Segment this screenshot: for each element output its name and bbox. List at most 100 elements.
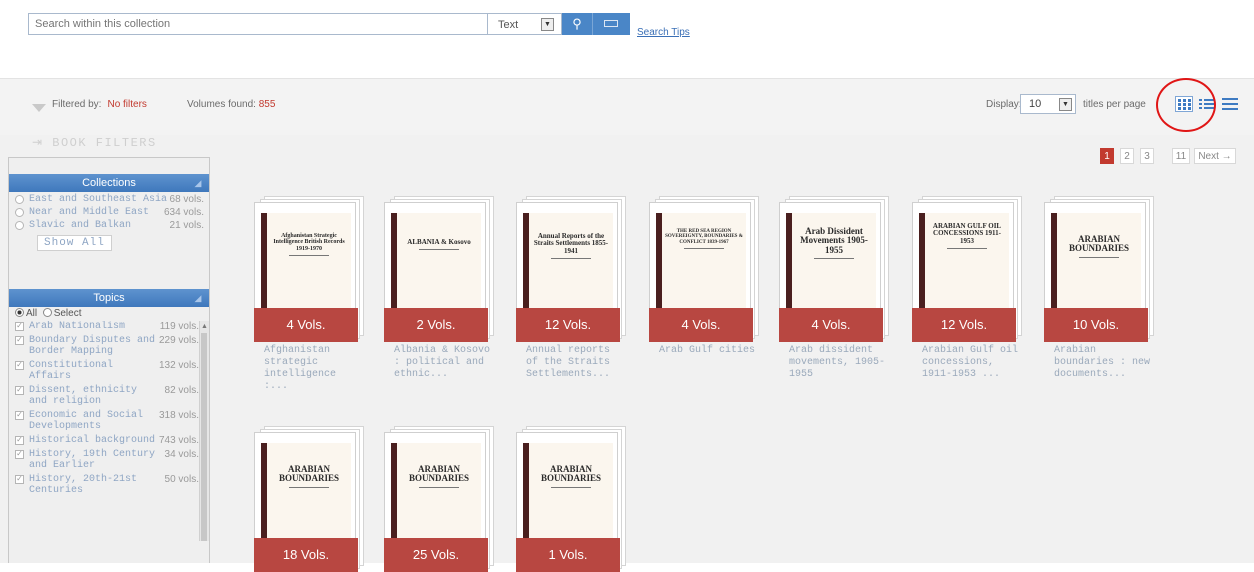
topic-item[interactable]: ✓ History, 20th-21st Centuries 50 vols.	[9, 474, 209, 496]
topic-label: Dissent, ethnicity and religion	[29, 385, 138, 407]
collapse-icon[interactable]: ◢	[192, 292, 204, 304]
topic-label: History, 20th-21st Centuries	[29, 474, 138, 496]
topic-item[interactable]: ✓ Economic and Social Developments 318 vol…	[9, 410, 209, 432]
checkbox[interactable]: ✓	[15, 475, 24, 484]
volume-count-badge: 12 Vols.	[516, 308, 620, 342]
book-title-link[interactable]: Arab dissident movements, 1905-1955	[789, 345, 889, 381]
checkbox[interactable]: ✓	[15, 322, 24, 331]
book-filters-label: BOOK FILTERS	[52, 136, 157, 150]
page-2[interactable]: 2	[1120, 148, 1134, 164]
highlight-circle	[1156, 78, 1216, 132]
topic-item[interactable]: ✓ Historical background 743 vols.	[9, 435, 209, 446]
list-view-icon[interactable]	[1221, 96, 1239, 112]
collections-list: East and Southeast Asia 68 vols. Near and…	[9, 192, 209, 251]
book-cover[interactable]: ARABIAN BOUNDARIES	[1051, 213, 1141, 318]
volume-count-badge: 4 Vols.	[254, 308, 358, 342]
checkbox[interactable]: ✓	[15, 336, 24, 345]
page-last[interactable]: 11	[1172, 148, 1190, 164]
book-cover[interactable]: Arab Dissident Movements 1905-1955	[786, 213, 876, 318]
collection-item[interactable]: Near and Middle East 634 vols.	[9, 207, 209, 219]
book-cover[interactable]: THE RED SEA REGION SOVEREIGNTY, BOUNDARI…	[656, 213, 746, 318]
search-tips-link[interactable]: Search Tips	[637, 27, 690, 38]
keyboard-button[interactable]	[592, 13, 630, 35]
book-filters-heading[interactable]: ⇥ BOOK FILTERS	[32, 135, 157, 150]
topic-label: Arab Nationalism	[29, 321, 126, 332]
collection-count: 634 vols.	[163, 207, 204, 218]
topic-item[interactable]: ✓ Constitutional Affairs 132 vols.	[9, 360, 209, 382]
collection-count: 21 vols.	[169, 220, 204, 231]
search-input[interactable]	[28, 13, 488, 35]
collections-title: Collections	[82, 177, 136, 189]
collection-label: East and Southeast Asia	[29, 194, 168, 205]
book-cover[interactable]: ARABIAN BOUNDARIES	[261, 443, 351, 548]
topic-item[interactable]: ✓ Arab Nationalism 119 vols.	[9, 321, 209, 332]
collection-item[interactable]: East and Southeast Asia 68 vols.	[9, 194, 209, 206]
collapse-icon[interactable]: ◢	[192, 177, 204, 189]
book-title-link[interactable]: Annual reports of the Straits Settlement…	[526, 345, 626, 381]
checkbox[interactable]: ✓	[15, 386, 24, 395]
search-type-select[interactable]: Text ▼	[488, 13, 562, 35]
book-cover[interactable]: ARABIAN GULF OIL CONCESSIONS 1911-1953	[919, 213, 1009, 318]
arrow-left-icon: ⇥	[32, 136, 44, 150]
search-button[interactable]: ⚲	[562, 13, 592, 35]
radio-all[interactable]	[15, 308, 24, 317]
checkbox[interactable]: ✓	[15, 450, 24, 459]
book-title-link[interactable]: Albania & Kosovo : political and ethnic.…	[394, 345, 494, 381]
topic-label: Historical background	[29, 435, 156, 446]
chevron-down-icon: ▼	[541, 18, 554, 31]
radio-icon[interactable]	[15, 208, 24, 217]
volumes-label: Volumes found:	[187, 99, 256, 110]
page-3[interactable]: 3	[1140, 148, 1154, 164]
display-count-select[interactable]: 10 ▼	[1020, 94, 1076, 114]
topic-count: 50 vols.	[164, 474, 199, 485]
book-title-link[interactable]: Arabian Gulf oil concessions, 1911-1953 …	[922, 345, 1022, 381]
book-title-link[interactable]: Arabian boundaries : new documents...	[1054, 345, 1154, 381]
filtered-by-value[interactable]: No filters	[107, 99, 146, 110]
filters-sidebar: Collections ◢ East and Southeast Asia 68 …	[8, 157, 210, 563]
topic-count: 119 vols.	[159, 321, 199, 332]
radio-icon[interactable]	[15, 221, 24, 230]
display-count-value: 10	[1029, 98, 1042, 110]
radio-icon[interactable]	[15, 195, 24, 204]
topics-scrollbar[interactable]: ▲	[199, 321, 209, 541]
topic-item[interactable]: ✓ Dissent, ethnicity and religion 82 vols.	[9, 385, 209, 407]
page-1[interactable]: 1	[1100, 148, 1114, 164]
topics-panel-header[interactable]: Topics ◢	[9, 289, 209, 307]
collection-item[interactable]: Slavic and Balkan 21 vols.	[9, 220, 209, 232]
topic-count: 229 vols.	[158, 335, 199, 346]
topic-label: History, 19th Century and Earlier	[29, 449, 156, 471]
topic-item[interactable]: ✓ Boundary Disputes and Border Mapping 229…	[9, 335, 209, 357]
show-all-button[interactable]: Show All	[37, 235, 112, 251]
volumes-found: Volumes found: 855	[187, 99, 275, 110]
filtered-by: Filtered by: No filters	[52, 99, 147, 110]
titles-per-page-label: titles per page	[1083, 99, 1146, 110]
volume-count-badge: 2 Vols.	[384, 308, 488, 342]
collections-panel-header[interactable]: Collections ◢	[9, 174, 209, 192]
scroll-up-icon[interactable]: ▲	[201, 323, 208, 330]
radio-select[interactable]	[42, 308, 52, 317]
topic-label: Constitutional Affairs	[29, 360, 114, 382]
filtered-by-label: Filtered by:	[52, 99, 102, 110]
next-page-button[interactable]: Next →	[1194, 148, 1236, 164]
topics-select-label: Select	[53, 308, 82, 319]
volume-count-badge: 12 Vols.	[912, 308, 1016, 342]
book-cover[interactable]: ALBANIA & Kosovo	[391, 213, 481, 318]
collection-count: 68 vols.	[169, 194, 204, 205]
volume-count-badge: 1 Vols.	[516, 538, 620, 572]
topic-count: 34 vols.	[164, 449, 199, 460]
checkbox[interactable]: ✓	[15, 411, 24, 420]
checkbox[interactable]: ✓	[15, 361, 24, 370]
book-cover[interactable]: Annual Reports of the Straits Settlement…	[523, 213, 613, 318]
checkbox[interactable]: ✓	[15, 436, 24, 445]
display-label: Display:	[986, 99, 1022, 110]
topics-title: Topics	[93, 292, 125, 304]
book-title-link[interactable]: Afghanistan strategic intelligence :...	[264, 345, 364, 393]
scroll-thumb[interactable]	[201, 333, 207, 541]
topic-label: Boundary Disputes and Border Mapping	[29, 335, 156, 357]
book-cover[interactable]: ARABIAN BOUNDARIES	[523, 443, 613, 548]
topic-item[interactable]: ✓ History, 19th Century and Earlier 34 vol…	[9, 449, 209, 471]
book-title-link[interactable]: Arab Gulf cities	[659, 345, 759, 357]
book-cover[interactable]: Afghanistan Strategic Intelligence Briti…	[261, 213, 351, 318]
collection-label: Slavic and Balkan	[29, 220, 132, 231]
book-cover[interactable]: ARABIAN BOUNDARIES	[391, 443, 481, 548]
